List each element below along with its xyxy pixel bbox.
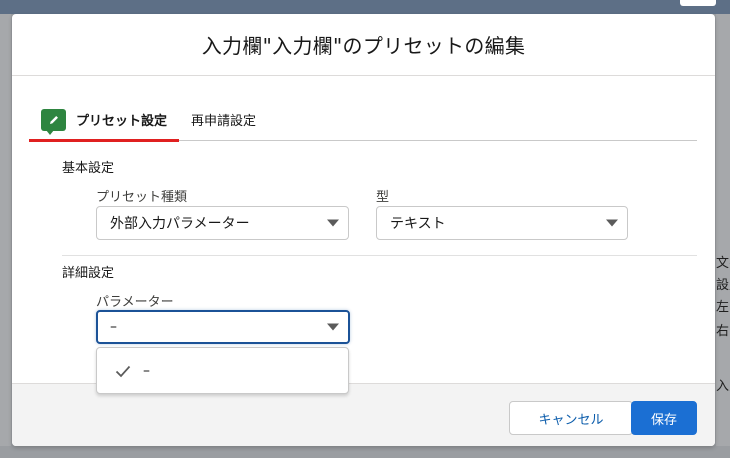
detail-settings-heading: 詳細設定 — [62, 266, 115, 281]
preset-type-select[interactable]: 外部入力パラメーター — [96, 206, 349, 240]
background-header — [0, 0, 730, 14]
parameter-select[interactable]: – — [96, 310, 350, 344]
preset-edit-modal: 入力欄"入力欄"のプリセットの編集 プリセット設定 再申請設定 基本設定 プリセ… — [12, 14, 715, 446]
type-select[interactable]: テキスト — [376, 206, 628, 240]
basic-settings-heading: 基本設定 — [62, 161, 115, 176]
background-left-column — [0, 14, 11, 458]
cancel-button[interactable]: キャンセル — [509, 401, 633, 435]
type-label: 型 — [376, 190, 390, 205]
modal-header: 入力欄"入力欄"のプリセットの編集 — [12, 14, 715, 76]
caret-down-icon — [327, 323, 339, 331]
dropdown-option[interactable]: – — [97, 348, 348, 393]
caret-down-icon — [606, 219, 618, 227]
parameter-dropdown-list: – — [96, 347, 349, 394]
background-text: 左に — [716, 300, 730, 315]
background-bottom — [0, 446, 730, 458]
section-divider — [62, 255, 697, 256]
type-value: テキスト — [390, 216, 446, 232]
parameter-value: – — [110, 319, 117, 335]
parameter-label: パラメーター — [96, 295, 174, 310]
tab-reapply-settings[interactable]: 再申請設定 — [179, 99, 268, 140]
tab-label: 再申請設定 — [191, 114, 257, 129]
background-text: 右に — [716, 324, 730, 339]
tab-bar: プリセット設定 再申請設定 — [29, 99, 697, 142]
tab-label: プリセット設定 — [76, 114, 168, 129]
preset-type-value: 外部入力パラメーター — [110, 216, 250, 232]
dropdown-option-label: – — [143, 362, 150, 379]
background-text: 設定 — [716, 278, 730, 293]
pencil-icon — [41, 108, 66, 135]
modal-title: 入力欄"入力欄"のプリセットの編集 — [201, 34, 526, 58]
background-text: 入力 — [716, 379, 730, 394]
background-text: 文字 — [716, 256, 730, 271]
caret-down-icon — [327, 219, 339, 227]
checkmark-icon — [115, 365, 131, 377]
background-close-tab — [680, 0, 716, 6]
tab-preset-settings[interactable]: プリセット設定 — [29, 99, 180, 142]
save-button[interactable]: 保存 — [631, 401, 697, 435]
preset-type-label: プリセット種類 — [96, 190, 188, 205]
